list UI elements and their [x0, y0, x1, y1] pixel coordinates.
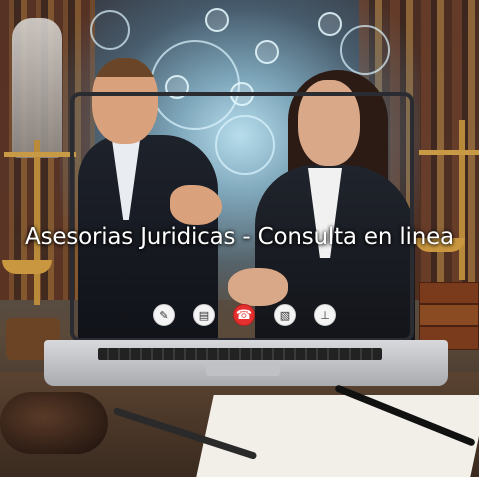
- notepad-paper: [196, 395, 479, 477]
- holo-ring: [340, 25, 390, 75]
- book-stack: [419, 304, 479, 326]
- laptop-keyboard: [98, 348, 382, 360]
- holo-ring: [90, 10, 130, 50]
- banner-image: ✎ ▤ ☎ ▧ ⊥ Asesorias Juridicas - Consulta…: [0, 0, 479, 477]
- stamp-icon[interactable]: ⊥: [314, 304, 336, 326]
- pen-icon[interactable]: ✎: [153, 304, 175, 326]
- gavel: [0, 392, 108, 454]
- holo-icon: [318, 12, 342, 36]
- file-icon[interactable]: ▧: [274, 304, 296, 326]
- document-icon[interactable]: ▤: [193, 304, 215, 326]
- banner-title: Asesorias Juridicas - Consulta en linea: [25, 224, 454, 250]
- book-stack: [419, 282, 479, 304]
- laptop-trackpad: [206, 363, 280, 376]
- scales-of-justice-right: [415, 120, 479, 280]
- hang-up-icon[interactable]: ☎: [233, 304, 255, 326]
- holo-icon: [205, 8, 229, 32]
- holo-icon: [255, 40, 279, 64]
- video-call-controls: ✎ ▤ ☎ ▧ ⊥: [153, 304, 338, 330]
- lady-justice-statue: [12, 18, 62, 158]
